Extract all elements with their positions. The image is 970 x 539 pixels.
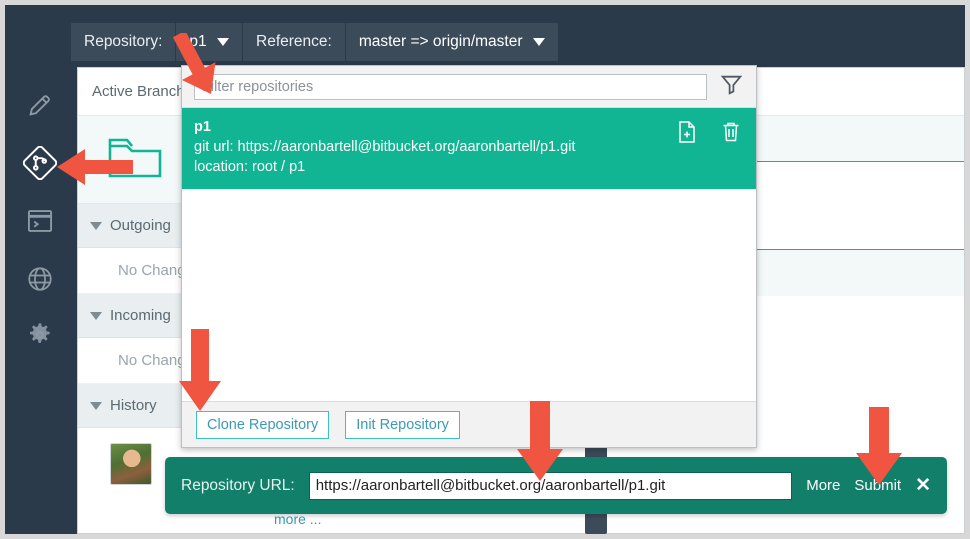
pencil-icon [26, 91, 54, 119]
history-label: History [110, 397, 157, 414]
caret-down-icon [90, 221, 102, 230]
reference-dropdown-button[interactable]: master => origin/master [344, 23, 558, 61]
more-button[interactable]: More [806, 477, 840, 494]
application-window: Repository: p1 Reference: master => orig… [5, 5, 965, 534]
repository-list: p1 git url: https://aaronbartell@bitbuck… [182, 107, 756, 401]
caret-down-icon [90, 401, 102, 410]
repository-git-url: git url: https://aaronbartell@bitbucket.… [194, 139, 576, 155]
close-icon[interactable]: ✕ [915, 476, 931, 495]
reference-value: master => origin/master [358, 33, 523, 50]
repository-actions [676, 120, 742, 149]
repository-dropdown-panel: p1 git url: https://aaronbartell@bitbuck… [181, 65, 757, 448]
file-add-icon[interactable] [676, 120, 698, 149]
annotation-arrow-submit-button [850, 403, 908, 489]
avatar [110, 443, 152, 485]
left-icon-rail [5, 5, 71, 534]
incoming-label: Incoming [110, 307, 171, 324]
globe-icon [26, 265, 54, 293]
reference-selector-group: Reference: master => origin/master [243, 23, 558, 61]
git-icon [23, 146, 57, 180]
annotation-arrow-url-input [511, 397, 569, 485]
reference-label: Reference: [243, 23, 345, 61]
screenshot-frame: Repository: p1 Reference: master => orig… [0, 0, 970, 539]
list-item[interactable]: p1 git url: https://aaronbartell@bitbuck… [182, 108, 756, 189]
sidebar-item-git[interactable] [23, 146, 57, 180]
outgoing-label: Outgoing [110, 217, 171, 234]
annotation-arrow-repository [155, 33, 235, 95]
funnel-icon[interactable] [719, 72, 744, 102]
trash-icon[interactable] [720, 120, 742, 149]
annotation-arrow-clone-button [174, 323, 226, 415]
repository-filter-input[interactable] [194, 73, 707, 100]
repository-name: p1 [194, 119, 211, 135]
repository-filter-bar [182, 66, 756, 107]
init-repository-button[interactable]: Init Repository [345, 410, 460, 439]
terminal-icon [26, 208, 54, 234]
gear-icon [26, 321, 54, 349]
sidebar-item-settings[interactable] [23, 318, 57, 352]
caret-down-icon [90, 311, 102, 320]
repository-dropdown-footer: Clone Repository Init Repository [182, 401, 756, 447]
annotation-arrow-git-icon [53, 146, 139, 188]
repository-location: location: root / p1 [194, 159, 306, 175]
sidebar-item-editor[interactable] [23, 88, 57, 122]
sidebar-item-browser[interactable] [23, 262, 57, 296]
sidebar-item-terminal[interactable] [23, 204, 57, 238]
repository-url-label: Repository URL: [181, 476, 295, 494]
chevron-down-icon [532, 38, 545, 46]
